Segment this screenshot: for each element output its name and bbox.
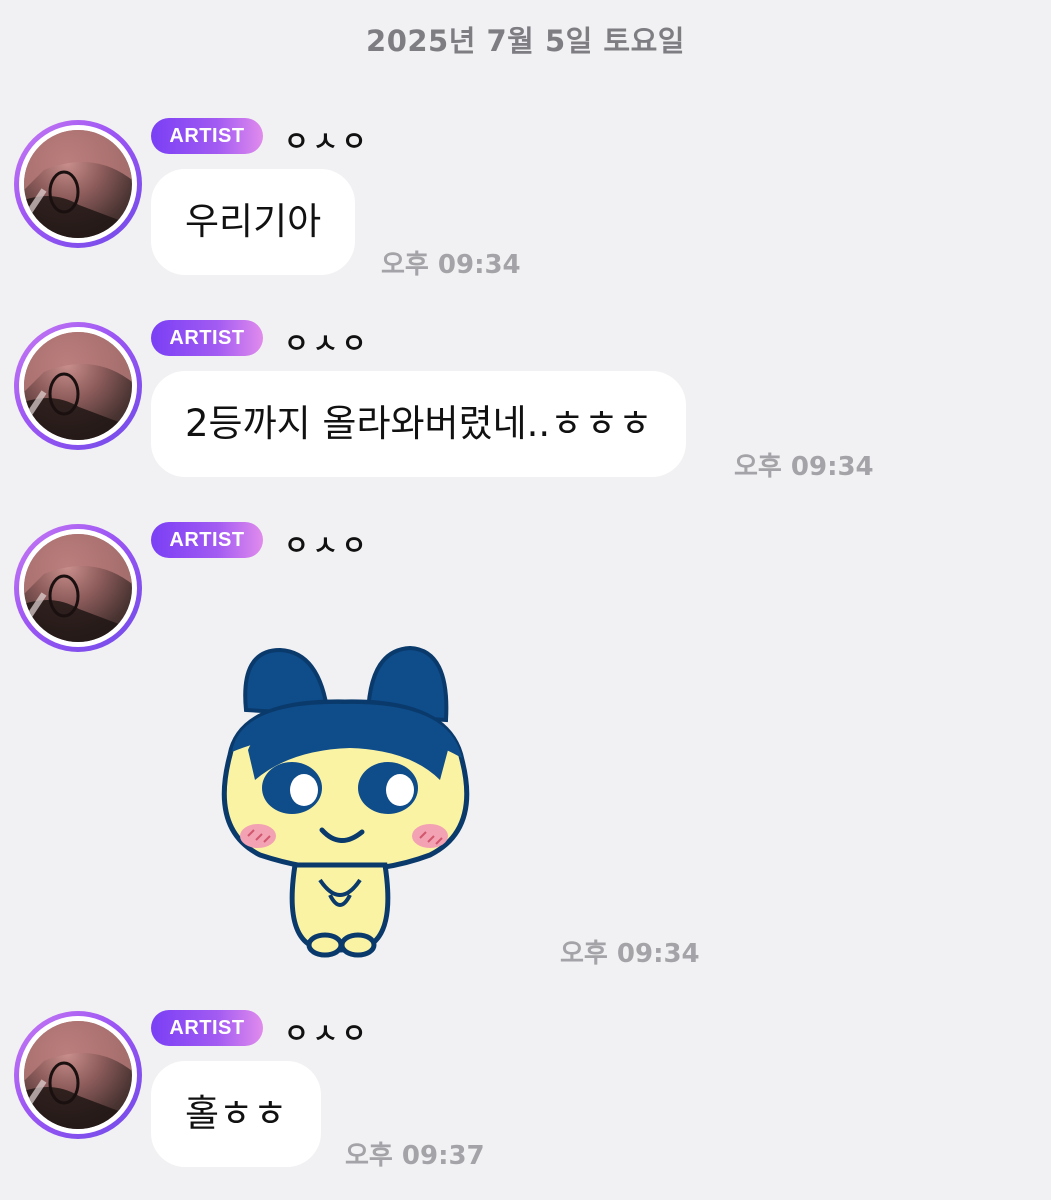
- artist-badge: ARTIST: [151, 320, 263, 356]
- sender-name[interactable]: ㅇㅅㅇ: [284, 322, 371, 361]
- avatar[interactable]: [14, 322, 142, 450]
- bunny-mascot-sticker[interactable]: [200, 640, 490, 970]
- message-time: 오후 09:34: [560, 939, 700, 969]
- sender-name[interactable]: ㅇㅅㅇ: [284, 524, 371, 563]
- artist-badge: ARTIST: [151, 522, 263, 558]
- avatar[interactable]: [14, 1011, 142, 1139]
- artist-badge: ARTIST: [151, 1010, 263, 1046]
- message-bubble[interactable]: 홀ㅎㅎ: [151, 1061, 322, 1167]
- avatar-photo: [24, 130, 132, 238]
- avatar-photo: [24, 1021, 132, 1129]
- sender-name[interactable]: ㅇㅅㅇ: [284, 120, 371, 159]
- avatar[interactable]: [14, 120, 142, 248]
- avatar-photo: [24, 534, 132, 642]
- sender-name[interactable]: ㅇㅅㅇ: [284, 1012, 371, 1051]
- artist-badge: ARTIST: [151, 118, 263, 154]
- message-bubble[interactable]: 우리기아: [151, 169, 356, 275]
- message-bubble[interactable]: 2등까지 올라와버렸네..ㅎㅎㅎ: [151, 371, 687, 477]
- date-header: 2025년 7월 5일 토요일: [366, 24, 685, 58]
- message-time: 오후 09:34: [734, 452, 874, 482]
- avatar[interactable]: [14, 524, 142, 652]
- message-time: 오후 09:34: [381, 250, 521, 280]
- avatar-photo: [24, 332, 132, 440]
- message-time: 오후 09:37: [345, 1141, 485, 1171]
